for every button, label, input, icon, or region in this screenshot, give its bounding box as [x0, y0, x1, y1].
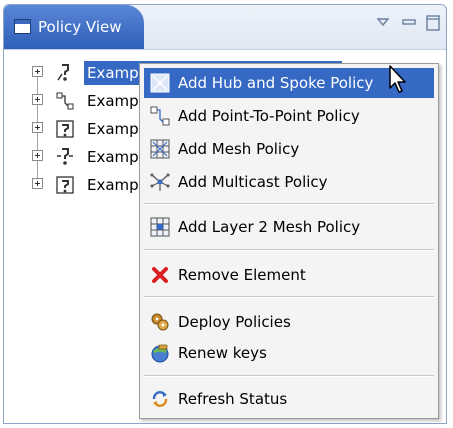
- tree-item-label: Examp: [87, 120, 139, 138]
- menu-item-refresh-status[interactable]: Refresh Status: [144, 384, 434, 414]
- menu-item-add-multicast-policy[interactable]: Add Multicast Policy: [144, 167, 434, 197]
- menu-item-add-mesh-policy[interactable]: Add Mesh Policy: [144, 134, 434, 164]
- context-menu: Add Hub and Spoke Policy Add Point-To-Po…: [139, 63, 439, 419]
- menu-separator: [144, 375, 434, 377]
- menu-item-label: Add Multicast Policy: [178, 173, 328, 191]
- tree-item-label: Examp: [87, 148, 139, 166]
- mesh-policy-icon: [56, 176, 74, 194]
- expand-icon[interactable]: [32, 94, 43, 105]
- renew-keys-icon: [151, 344, 169, 363]
- expand-icon[interactable]: [32, 122, 43, 133]
- menu-item-deploy-policies[interactable]: Deploy Policies: [144, 307, 434, 337]
- view-menu-icon[interactable]: [376, 15, 390, 29]
- mesh-policy-icon: [56, 120, 74, 138]
- menu-item-label: Renew keys: [178, 344, 267, 362]
- view-icon: [14, 19, 31, 34]
- multicast-icon: [150, 173, 170, 191]
- policy-view-panel: Policy View Examp Examp Examp Examp Exam…: [3, 4, 447, 424]
- menu-item-renew-keys[interactable]: Renew keys: [144, 338, 434, 368]
- remove-icon: [152, 267, 168, 283]
- deploy-icon: [151, 313, 169, 331]
- tree-item-label: Examp: [87, 176, 139, 194]
- hub-spoke-icon: [150, 73, 170, 93]
- tree-item[interactable]: Examp: [26, 143, 146, 171]
- menu-separator: [144, 296, 434, 298]
- menu-item-label: Add Hub and Spoke Policy: [178, 74, 374, 92]
- point-to-point-icon: [150, 106, 170, 126]
- maximize-icon[interactable]: [426, 15, 440, 31]
- menu-item-remove-element[interactable]: Remove Element: [144, 260, 434, 290]
- expand-icon[interactable]: [32, 178, 43, 189]
- tree-item-label: Examp: [87, 92, 139, 110]
- mouse-cursor-icon: [389, 65, 406, 93]
- expand-icon[interactable]: [32, 66, 43, 77]
- minimize-icon[interactable]: [402, 15, 416, 29]
- menu-item-label: Add Mesh Policy: [178, 140, 300, 158]
- menu-item-label: Remove Element: [178, 266, 306, 284]
- multicast-policy-icon: [57, 148, 73, 165]
- layer2-mesh-icon: [150, 217, 170, 237]
- menu-item-label: Add Layer 2 Mesh Policy: [178, 218, 361, 236]
- hub-spoke-policy-icon: [57, 64, 69, 81]
- point-to-point-policy-icon: [56, 92, 74, 110]
- refresh-icon: [152, 391, 168, 407]
- menu-separator: [144, 249, 434, 251]
- menu-item-add-layer-2-mesh-policy[interactable]: Add Layer 2 Mesh Policy: [144, 212, 434, 242]
- expand-icon[interactable]: [32, 150, 43, 161]
- view-titlebar: Policy View: [4, 5, 446, 50]
- mesh-icon: [150, 139, 170, 159]
- view-title: Policy View: [38, 18, 122, 36]
- menu-item-add-point-to-point-policy[interactable]: Add Point-To-Point Policy: [144, 101, 434, 131]
- tree-item[interactable]: Examp: [26, 115, 146, 143]
- menu-item-label: Add Point-To-Point Policy: [178, 107, 360, 125]
- menu-separator: [144, 203, 434, 205]
- menu-item-label: Refresh Status: [178, 390, 288, 408]
- policy-view-tab[interactable]: Policy View: [4, 5, 144, 49]
- tree-item[interactable]: Examp: [26, 59, 342, 87]
- tree-item[interactable]: Examp: [26, 171, 146, 199]
- menu-item-label: Deploy Policies: [178, 313, 291, 331]
- tree-item[interactable]: Examp: [26, 87, 146, 115]
